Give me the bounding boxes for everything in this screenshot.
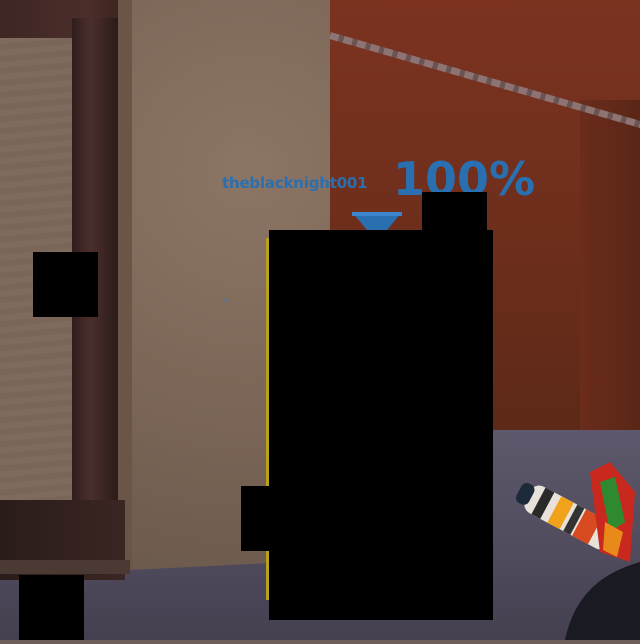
held-weapon-icon [505, 462, 640, 644]
occluded-block-top [422, 192, 487, 232]
crosshair-dot [225, 299, 228, 302]
occluded-block-lower [241, 486, 271, 551]
red-wall-corner [580, 100, 640, 440]
player-nametag: theblacknight001 [222, 174, 368, 192]
occluded-player [269, 230, 493, 620]
occluded-block-left [33, 252, 98, 317]
doorway-step [0, 560, 130, 574]
tan-wall-edge [118, 0, 132, 570]
occluded-block-corner [19, 575, 84, 640]
